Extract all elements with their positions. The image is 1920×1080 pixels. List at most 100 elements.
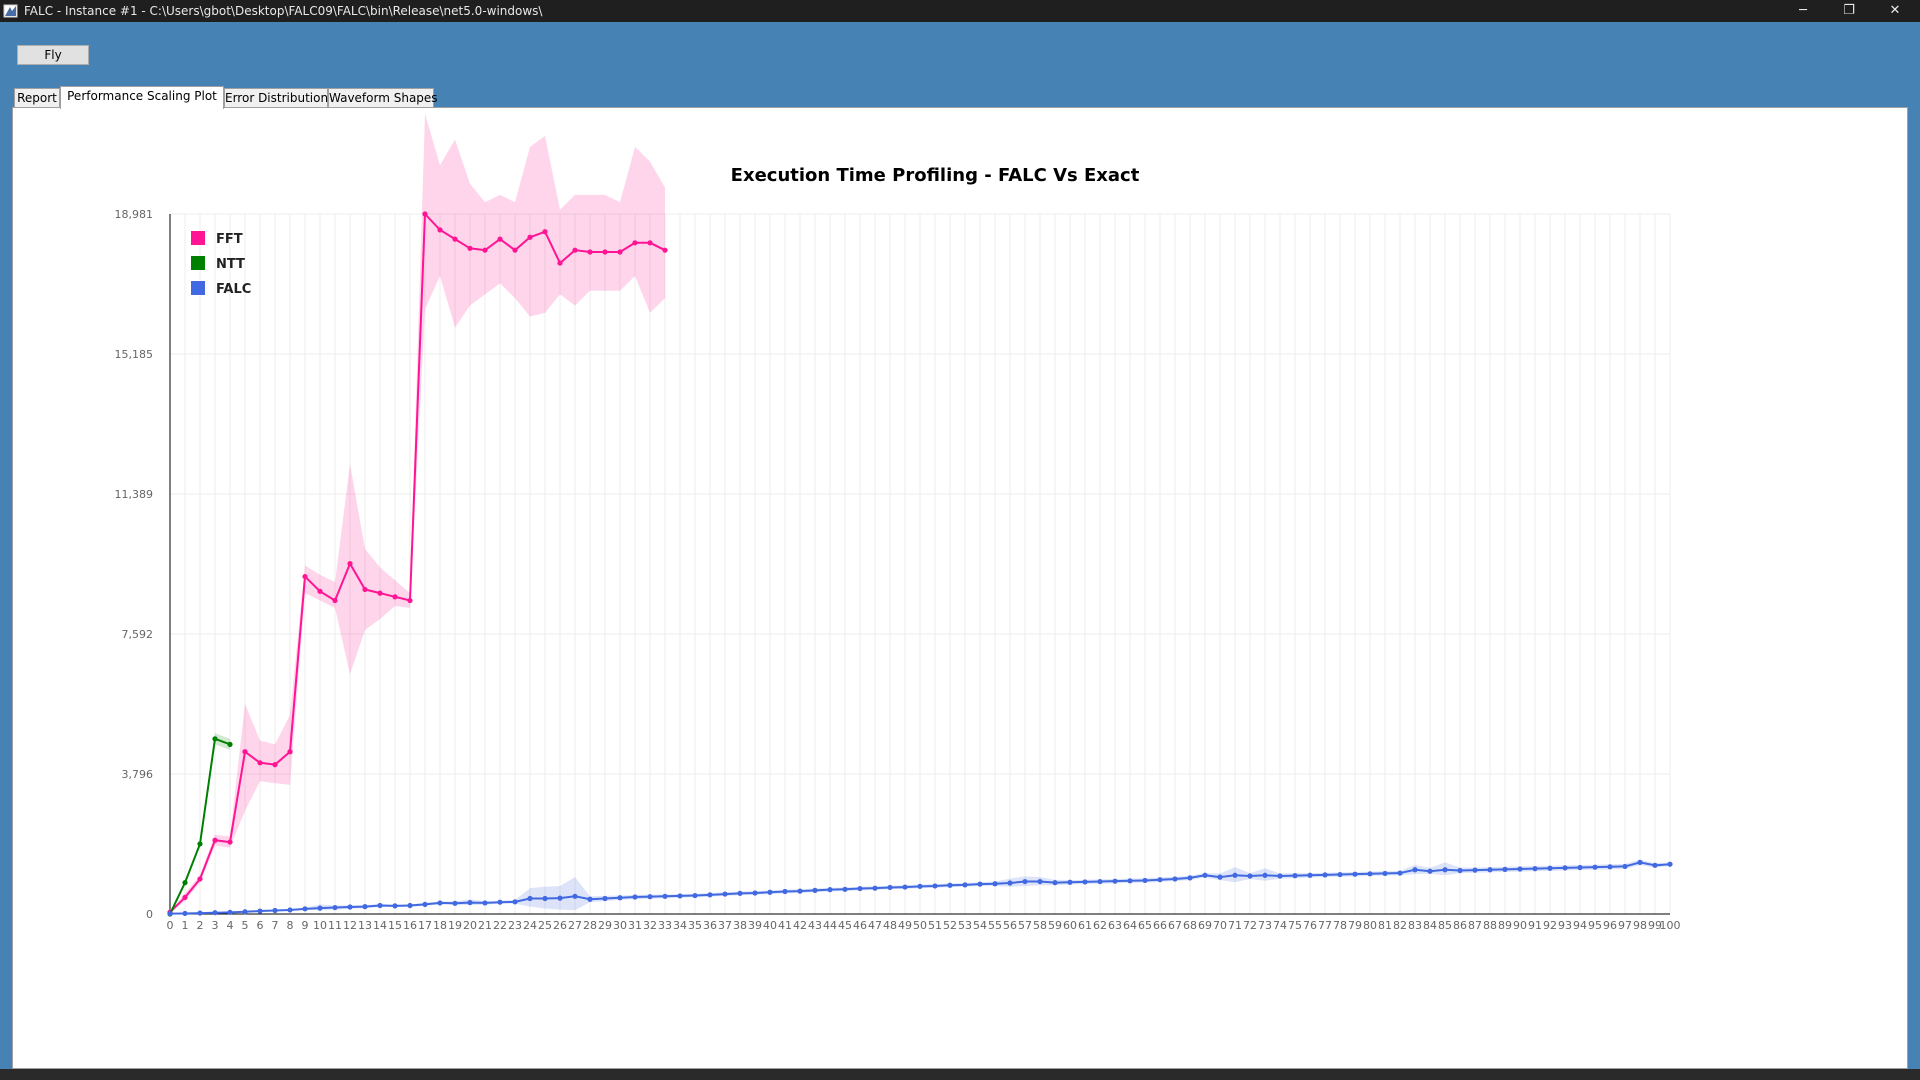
falc-point-61 [1082,879,1088,885]
fft-point-30 [617,249,623,255]
falc-point-46 [857,885,863,892]
falc-point-13 [362,904,368,910]
falc-point-9 [302,906,308,912]
falc-point-80 [1367,871,1373,877]
falc-point-77 [1322,872,1328,878]
x-tick-label-81: 81 [1378,919,1392,932]
x-tick-label-71: 71 [1228,919,1242,932]
falc-point-90 [1517,866,1523,872]
falc-point-54 [977,881,983,887]
x-tick-label-23: 23 [508,919,522,932]
y-tick-label-2: 7,592 [122,628,154,641]
x-tick-label-18: 18 [433,919,447,932]
x-tick-label-15: 15 [388,919,402,932]
fft-point-31 [632,240,638,246]
x-tick-label-3: 3 [212,919,219,932]
x-tick-label-75: 75 [1288,919,1302,932]
x-tick-label-97: 97 [1618,919,1632,932]
x-tick-label-16: 16 [403,919,417,932]
x-tick-label-37: 37 [718,919,732,932]
x-tick-label-4: 4 [227,919,234,932]
x-tick-label-50: 50 [913,919,927,932]
x-tick-label-5: 5 [242,919,249,932]
fft-point-28 [587,249,593,255]
x-tick-label-26: 26 [553,919,567,932]
x-tick-label-33: 33 [658,919,672,932]
falc-point-18 [437,900,443,906]
falc-point-3 [212,910,218,916]
falc-point-0 [167,911,173,917]
falc-point-71 [1232,872,1238,878]
fft-point-19 [452,236,458,242]
tab-report[interactable]: Report [14,88,60,108]
x-tick-label-64: 64 [1123,919,1137,932]
falc-point-92 [1547,865,1553,871]
x-tick-label-52: 52 [943,919,957,932]
tab-error-distributions[interactable]: Error Distributions [224,88,334,108]
legend-swatch-ntt [191,256,205,270]
x-tick-label-53: 53 [958,919,972,932]
falc-point-32 [647,894,653,900]
x-tick-label-87: 87 [1468,919,1482,932]
falc-point-42 [797,888,803,894]
falc-point-75 [1292,873,1298,879]
falc-point-73 [1262,872,1268,878]
falc-point-57 [1022,878,1028,885]
falc-point-69 [1202,872,1208,878]
falc-point-40 [767,889,773,895]
fly-button[interactable]: Fly [17,45,89,65]
x-tick-label-31: 31 [628,919,642,932]
falc-point-6 [257,908,263,914]
falc-point-30 [617,895,623,901]
x-tick-label-96: 96 [1603,919,1617,932]
falc-point-59 [1052,880,1058,886]
falc-point-76 [1307,872,1313,878]
falc-point-67 [1172,876,1178,882]
legend-swatch-falc [191,281,205,295]
x-tick-label-48: 48 [883,919,897,932]
falc-point-49 [902,884,908,890]
ntt-point-3 [212,736,218,742]
tab-waveform-shapes[interactable]: Waveform Shapes [328,88,438,108]
x-tick-label-8: 8 [287,919,294,932]
fft-point-25 [542,229,548,235]
fft-point-1 [182,894,188,901]
falc-point-38 [737,890,743,896]
x-tick-label-27: 27 [568,919,582,932]
fft-point-9 [302,573,308,580]
close-button[interactable]: ✕ [1872,0,1918,22]
falc-point-83 [1412,867,1418,873]
x-tick-label-38: 38 [733,919,747,932]
falc-point-48 [887,884,893,891]
fft-point-7 [272,762,278,768]
x-tick-label-29: 29 [598,919,612,932]
falc-point-79 [1352,871,1358,877]
x-tick-label-88: 88 [1483,919,1497,932]
falc-point-89 [1502,866,1508,872]
y-tick-label-1: 3,796 [122,768,154,781]
fft-point-20 [467,245,473,251]
minimize-button[interactable]: ─ [1780,0,1826,22]
plot-panel: 0 3,796 7,592 11,389 15,185 18,981 0 1 2 3 4 5 6 7 8 9 1… [12,107,1908,1069]
legend-label-falc: FALC [216,282,251,297]
fft-point-15 [392,594,398,600]
falc-point-19 [452,900,458,906]
fft-point-21 [482,247,488,253]
fft-point-4 [227,839,233,845]
fft-point-29 [602,249,608,255]
falc-point-11 [332,904,338,911]
falc-point-27 [572,893,578,899]
maximize-button[interactable]: ❐ [1826,0,1872,22]
falc-point-50 [917,883,923,889]
falc-point-53 [962,882,968,888]
x-tick-label-55: 55 [988,919,1002,932]
falc-point-21 [482,900,488,906]
tab-performance-scaling-plot[interactable]: Performance Scaling Plot [60,86,224,109]
fft-point-3 [212,837,218,843]
fft-point-2 [197,876,203,882]
falc-point-16 [407,902,413,909]
window-title: FALC - Instance #1 - C:\Users\gbot\Deskt… [24,4,543,18]
x-tick-label-25: 25 [538,919,552,932]
falc-point-41 [782,888,788,895]
x-tick-label-13: 13 [358,919,372,932]
